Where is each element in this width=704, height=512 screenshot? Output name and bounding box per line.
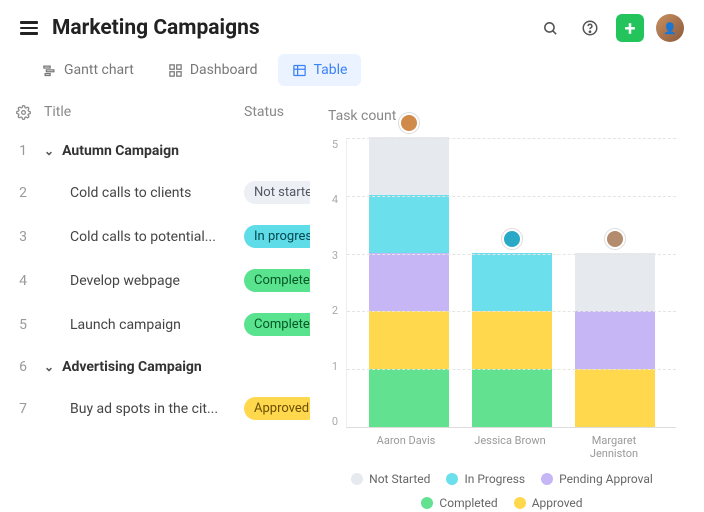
bar-segment-completed [369, 369, 449, 427]
row-number: 1 [12, 143, 34, 159]
chart-bar[interactable] [575, 253, 655, 427]
row-number: 7 [12, 401, 34, 417]
table-row[interactable]: 2Cold calls to clientsNot started [0, 170, 310, 214]
legend-item[interactable]: In Progress [446, 472, 525, 486]
row-title: Develop webpage [34, 273, 244, 289]
legend-label: Not Started [369, 472, 430, 486]
table-row[interactable]: 1⌄Autumn Campaign [0, 130, 310, 170]
column-title-header[interactable]: Title [34, 104, 244, 120]
legend-swatch [351, 473, 363, 485]
chart-bar[interactable] [369, 137, 449, 427]
row-title: Cold calls to potential... [34, 229, 244, 245]
bar-avatar [605, 229, 625, 249]
table-row[interactable]: 7Buy ad spots in the cit...Approved [0, 386, 310, 430]
chart-title: Task count [328, 108, 676, 124]
header-actions: + 👤 [536, 14, 684, 42]
status-cell[interactable]: Not started [244, 181, 310, 204]
status-cell[interactable]: In progress [244, 225, 310, 248]
gear-icon[interactable] [12, 105, 34, 120]
x-label: Margaret Jenniston [574, 434, 654, 460]
chart-y-axis: 543210 [328, 138, 346, 428]
legend-item[interactable]: Pending Approval [541, 472, 653, 486]
row-title: Cold calls to clients [34, 185, 244, 201]
menu-icon[interactable] [20, 18, 38, 38]
tab-dashboard[interactable]: Dashboard [154, 54, 272, 86]
tab-gantt[interactable]: Gantt chart [28, 54, 148, 86]
legend-swatch [541, 473, 553, 485]
bar-segment-completed [472, 369, 552, 427]
status-badge: Approved [244, 397, 319, 420]
chart-x-labels: Aaron Davis Jessica Brown Margaret Jennist… [328, 428, 676, 460]
bar-segment-approved [472, 311, 552, 369]
chart-bar[interactable] [472, 253, 552, 427]
bar-segment-not-started [369, 137, 449, 195]
search-icon[interactable] [536, 14, 564, 42]
view-tabs: Gantt chart Dashboard Table [0, 48, 704, 90]
row-number: 2 [12, 185, 34, 201]
status-cell[interactable]: Approved [244, 397, 310, 420]
bar-segment-approved [575, 369, 655, 427]
legend-label: Pending Approval [559, 472, 653, 486]
bar-segment-not-started [575, 253, 655, 311]
bar-segment-pending [369, 253, 449, 311]
row-number: 3 [12, 229, 34, 245]
legend-swatch [514, 497, 526, 509]
bar-segment-pending [575, 311, 655, 369]
table-header: Title Status [0, 94, 310, 130]
row-number: 6 [12, 359, 34, 375]
chevron-down-icon[interactable]: ⌄ [44, 144, 54, 158]
tab-label: Table [314, 62, 348, 78]
bar-segment-in-progress [472, 253, 552, 311]
dashboard-icon [168, 63, 183, 78]
bar-avatar [399, 113, 419, 133]
row-title: ⌄Advertising Campaign [34, 359, 244, 375]
row-title: ⌄Autumn Campaign [34, 143, 244, 159]
legend-item[interactable]: Not Started [351, 472, 430, 486]
legend-swatch [446, 473, 458, 485]
chart-legend: Not Started In Progress Pending Approval Co… [328, 460, 676, 510]
status-cell[interactable]: Completed [244, 269, 310, 292]
tab-table[interactable]: Table [278, 54, 362, 86]
legend-item[interactable]: Approved [514, 496, 583, 510]
chevron-down-icon[interactable]: ⌄ [44, 360, 54, 374]
bar-segment-in-progress [369, 195, 449, 253]
legend-item[interactable]: Completed [421, 496, 497, 510]
bar-segment-approved [369, 311, 449, 369]
page-title: Marketing Campaigns [52, 16, 536, 40]
table-row[interactable]: 6⌄Advertising Campaign [0, 346, 310, 386]
legend-label: Approved [532, 496, 583, 510]
table-row[interactable]: 4Develop webpageCompleted [0, 258, 310, 302]
legend-label: In Progress [464, 472, 525, 486]
x-label: Aaron Davis [366, 434, 446, 460]
table-row[interactable]: 3Cold calls to potential...In progress [0, 214, 310, 258]
table-icon [292, 63, 307, 78]
legend-swatch [421, 497, 433, 509]
tab-label: Gantt chart [64, 62, 134, 78]
app-header: Marketing Campaigns + 👤 [0, 0, 704, 48]
row-number: 5 [12, 317, 34, 333]
tab-label: Dashboard [190, 62, 258, 78]
bar-avatar [502, 229, 522, 249]
user-avatar[interactable]: 👤 [656, 14, 684, 42]
legend-label: Completed [439, 496, 497, 510]
chart-plot [346, 138, 676, 428]
table-row[interactable]: 5Launch campaignCompleted [0, 302, 310, 346]
task-table: Title Status 1⌄Autumn Campaign2Cold call… [0, 90, 310, 430]
column-status-header[interactable]: Status [244, 104, 310, 120]
help-icon[interactable] [576, 14, 604, 42]
row-title: Buy ad spots in the cit... [34, 401, 244, 417]
x-label: Jessica Brown [470, 434, 550, 460]
row-number: 4 [12, 273, 34, 289]
add-button[interactable]: + [616, 14, 644, 42]
gantt-icon [42, 63, 57, 78]
chart-panel: Task count 543210 Aaron DavisJessica Bro… [310, 96, 694, 430]
row-title: Launch campaign [34, 317, 244, 333]
status-cell[interactable]: Completed [244, 313, 310, 336]
